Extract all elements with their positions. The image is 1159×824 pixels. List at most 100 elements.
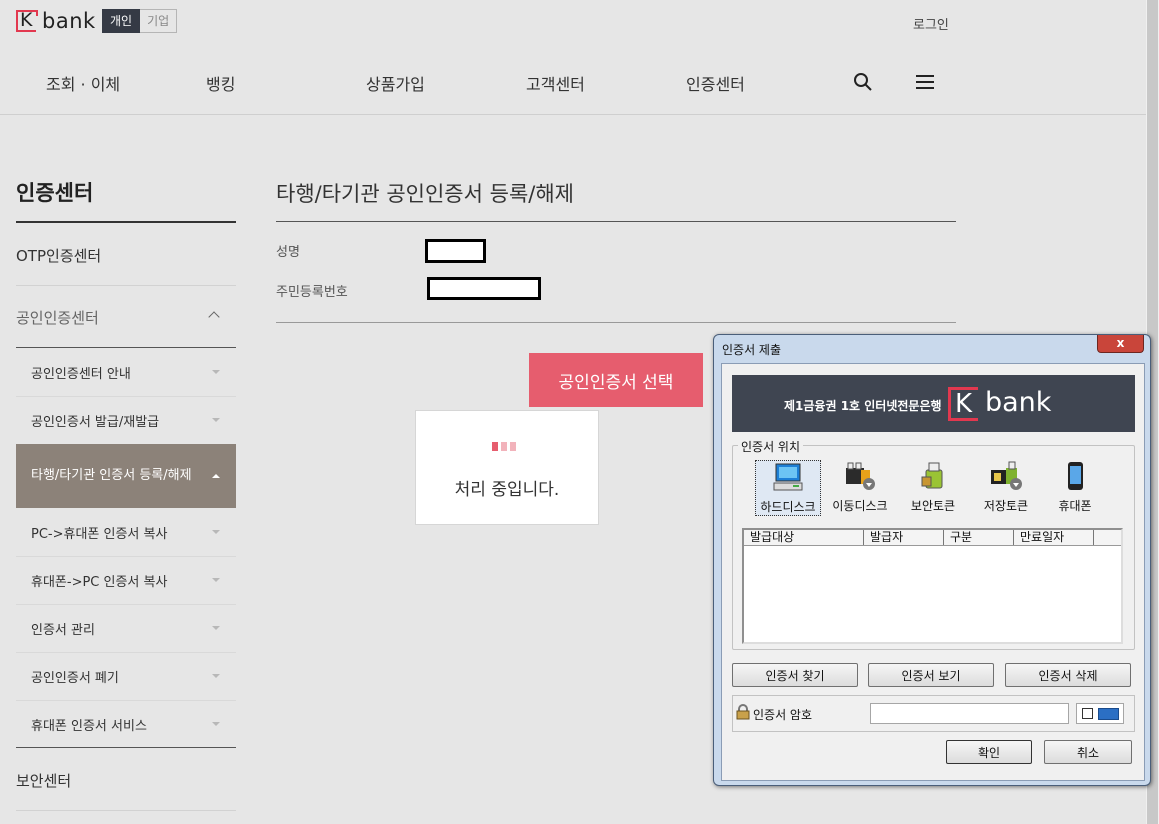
logo-text: bank (42, 9, 96, 33)
search-icon[interactable] (853, 72, 873, 92)
subitem-label: 공인인증서 폐기 (31, 670, 119, 686)
subitem-label: 인증서 관리 (31, 622, 95, 638)
rrn-label: 주민등록번호 (276, 285, 348, 300)
password-label: 인증서 암호 (753, 708, 813, 722)
keyboard-icon[interactable] (1098, 708, 1119, 720)
location-storage-token[interactable]: 저장토큰 (971, 460, 1041, 514)
banner-brand: bank (985, 387, 1052, 418)
subitem-cert-manage[interactable]: 인증서 관리 (16, 604, 236, 652)
nav-products[interactable]: 상품가입 (366, 71, 425, 95)
kbank-logo[interactable]: K bank (16, 9, 96, 33)
find-cert-button[interactable]: 인증서 찾기 (732, 663, 858, 687)
location-label: 저장토큰 (983, 499, 1029, 513)
dialog-body: 제1금융권 1호 인터넷전문은행 K bank 인증서 위치 하드디스크 이동디… (721, 363, 1145, 781)
sidebar-divider (16, 810, 236, 811)
cancel-button[interactable]: 취소 (1044, 740, 1132, 764)
sidebar-item-security[interactable]: 보안센터 (16, 770, 236, 791)
sidebar-item-pki[interactable]: 공인인증센터 (16, 307, 236, 328)
corporate-tab[interactable]: 기업 (140, 9, 178, 33)
loading-message: 처리 중입니다. (454, 480, 560, 500)
subitem-label: 타행/타기관 인증서 등록/해제 (31, 468, 192, 483)
location-label: 이동디스크 (832, 499, 888, 513)
sidebar-item-otp[interactable]: OTP인증센터 (16, 245, 236, 266)
personal-tab[interactable]: 개인 (102, 9, 141, 33)
cert-location-label: 인증서 위치 (738, 438, 804, 455)
loading-spinner-icon (492, 442, 516, 451)
nav-customer-center[interactable]: 고객센터 (526, 71, 585, 95)
chevron-down-icon (212, 418, 220, 422)
subitem-label: PC->휴대폰 인증서 복사 (31, 526, 168, 542)
cert-list[interactable]: 발급대상 발급자 구분 만료일자 (742, 528, 1123, 644)
location-label: 보안토큰 (910, 499, 956, 513)
cert-list-header: 발급대상 발급자 구분 만료일자 (744, 530, 1121, 546)
keyboard-checkbox[interactable] (1082, 708, 1093, 719)
subitem-label: 공인인증센터 안내 (31, 366, 131, 382)
sidebar-divider (16, 747, 236, 748)
chevron-down-icon (212, 674, 220, 678)
name-label: 성명 (276, 245, 300, 260)
customer-type-toggle: 개인 기업 (102, 9, 178, 33)
subitem-label: 휴대폰->PC 인증서 복사 (31, 574, 168, 590)
password-input[interactable] (870, 703, 1069, 724)
location-mobile[interactable]: 휴대폰 (1040, 460, 1110, 514)
login-link[interactable]: 로그인 (913, 14, 949, 33)
storage-token-icon (991, 461, 1022, 490)
chevron-down-icon (212, 578, 220, 582)
ok-button[interactable]: 확인 (946, 740, 1032, 764)
view-cert-button[interactable]: 인증서 보기 (868, 663, 994, 687)
subitem-revoke[interactable]: 공인인증서 폐기 (16, 652, 236, 700)
column-subject[interactable]: 발급대상 (744, 530, 864, 545)
form-divider (276, 322, 956, 323)
chevron-up-icon (212, 474, 220, 478)
header-divider (0, 114, 1146, 115)
virtual-keyboard-toggle[interactable] (1076, 703, 1124, 724)
page-title: 타행/타기관 공인인증서 등록/해제 (276, 182, 574, 206)
sidebar-title-divider (16, 221, 236, 223)
subitem-label: 공인인증서 발급/재발급 (31, 414, 160, 430)
sidebar-divider (16, 285, 236, 286)
usb-drive-icon (846, 462, 875, 490)
subitem-issue[interactable]: 공인인증서 발급/재발급 (16, 396, 236, 444)
location-label: 하드디스크 (760, 500, 816, 514)
location-security-token[interactable]: 보안토큰 (898, 460, 968, 514)
subitem-phone-cert-service[interactable]: 휴대폰 인증서 서비스 (16, 700, 236, 748)
mobile-phone-icon (1068, 462, 1083, 490)
chevron-down-icon (212, 370, 220, 374)
location-harddisk[interactable]: 하드디스크 (755, 460, 821, 516)
column-type[interactable]: 구분 (944, 530, 1014, 545)
banner-k-letter: K (955, 389, 973, 419)
sidebar-title: 인증센터 (16, 181, 94, 205)
dialog-banner: 제1금융권 1호 인터넷전문은행 K bank (732, 375, 1135, 432)
logo-k-mark: K (16, 9, 38, 32)
lock-icon (736, 704, 750, 720)
nav-banking[interactable]: 뱅킹 (206, 71, 235, 95)
banner-slogan: 제1금융권 1호 인터넷전문은행 (784, 399, 942, 413)
subitem-pc-to-phone[interactable]: PC->휴대폰 인증서 복사 (16, 508, 236, 556)
logo-k-letter: K (20, 9, 33, 31)
nav-cert-center[interactable]: 인증센터 (686, 71, 745, 95)
nav-inquiry-transfer[interactable]: 조회 · 이체 (46, 71, 120, 95)
subitem-phone-to-pc[interactable]: 휴대폰->PC 인증서 복사 (16, 556, 236, 604)
column-expiry[interactable]: 만료일자 (1014, 530, 1094, 545)
chevron-down-icon (212, 626, 220, 630)
dialog-title: 인증서 제출 (722, 343, 782, 357)
subitem-pki-guide[interactable]: 공인인증센터 안내 (16, 348, 236, 396)
security-token-icon (921, 462, 943, 489)
subitem-other-bank-register[interactable]: 타행/타기관 인증서 등록/해제 (16, 444, 236, 508)
location-removable[interactable]: 이동디스크 (825, 460, 895, 514)
chevron-down-icon (212, 530, 220, 534)
delete-cert-button[interactable]: 인증서 삭제 (1005, 663, 1131, 687)
select-cert-button[interactable]: 공인인증서 선택 (529, 353, 703, 407)
chevron-down-icon (212, 722, 220, 726)
subitem-label: 휴대폰 인증서 서비스 (31, 718, 147, 734)
hamburger-menu-icon[interactable] (915, 74, 935, 90)
harddisk-icon (773, 463, 803, 491)
location-label: 휴대폰 (1058, 499, 1092, 513)
redacted-rrn (427, 277, 541, 300)
title-divider (276, 221, 956, 222)
redacted-name (425, 239, 486, 263)
column-issuer[interactable]: 발급자 (864, 530, 944, 545)
close-icon[interactable]: x (1097, 335, 1144, 353)
loading-box: 처리 중입니다. (415, 410, 599, 525)
banner-k-mark: K (948, 387, 978, 421)
